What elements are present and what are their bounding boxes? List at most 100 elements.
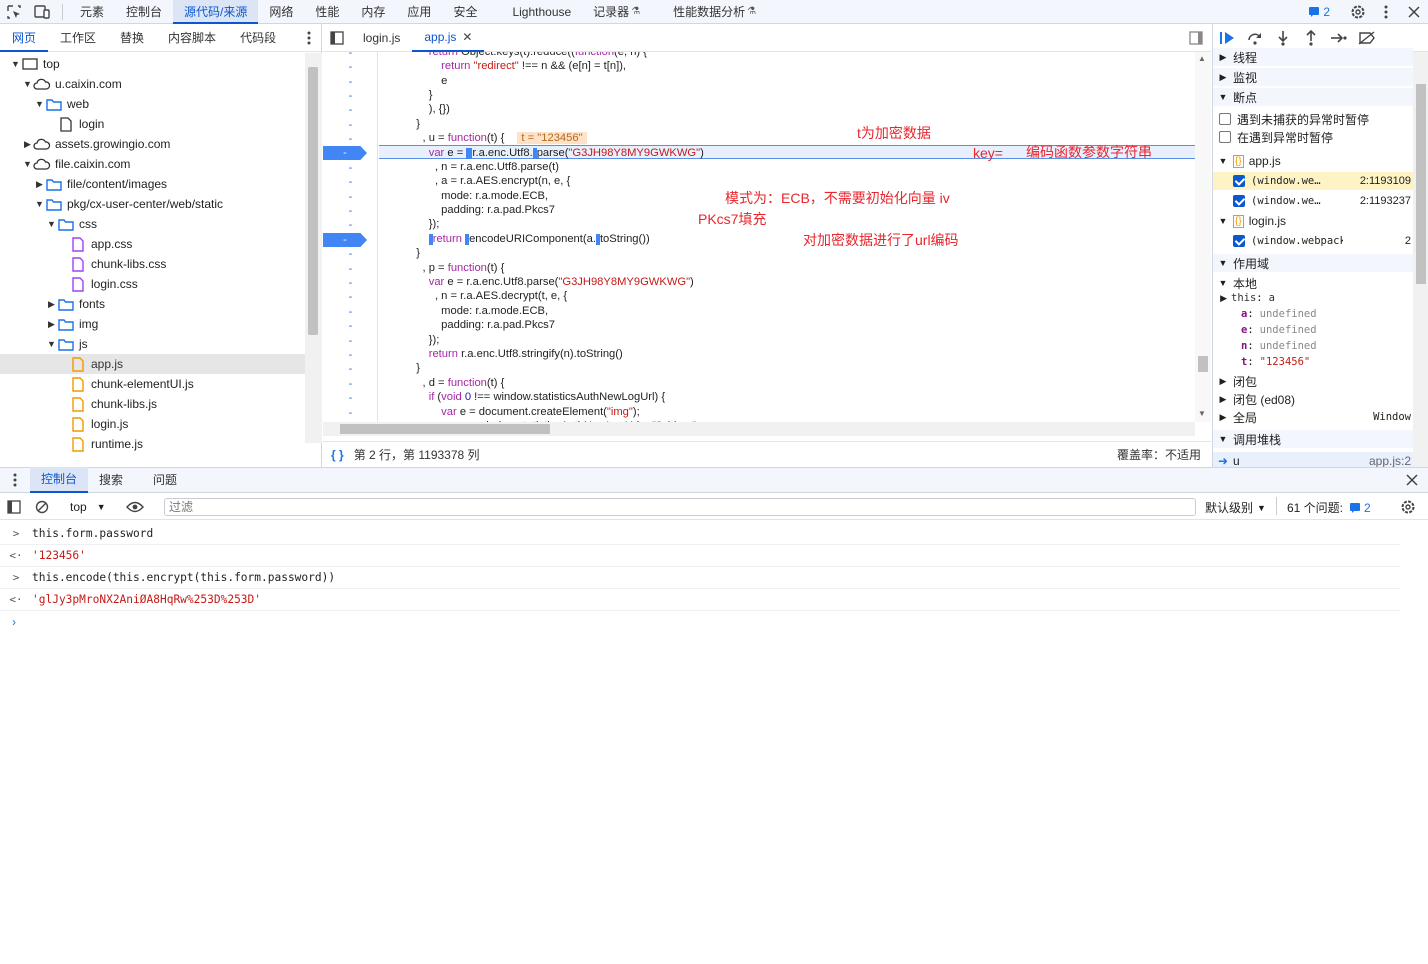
- console-output[interactable]: > this.form.password <· '123456' > this.enc…: [0, 521, 1428, 964]
- scope-variable[interactable]: a: undefined: [1213, 306, 1413, 322]
- section-threads[interactable]: ▶ 线程: [1213, 48, 1413, 66]
- line-number[interactable]: -: [323, 89, 377, 103]
- tree-item[interactable]: ▼ file.caixin.com: [0, 154, 305, 174]
- line-number[interactable]: -: [323, 262, 377, 276]
- line-number[interactable]: -: [323, 305, 377, 319]
- pause-caught-option[interactable]: 在遇到异常时暂停: [1213, 128, 1413, 146]
- line-number[interactable]: -: [323, 175, 377, 189]
- line-number[interactable]: -: [323, 204, 377, 218]
- code-area[interactable]: return Object.keys(t).reduce((function(e…: [379, 52, 1195, 422]
- expanded-arrow-icon[interactable]: ▼: [34, 199, 45, 209]
- pretty-print-icon[interactable]: { }: [331, 448, 344, 462]
- breakpoint-checkbox[interactable]: [1233, 175, 1245, 187]
- tree-item[interactable]: ▶ img: [0, 314, 305, 334]
- line-number[interactable]: -: [323, 132, 377, 146]
- issues-badge[interactable]: 2: [1308, 5, 1330, 19]
- call-frame[interactable]: ➜ u app.js:2: [1213, 452, 1413, 467]
- expanded-arrow-icon[interactable]: ▼: [34, 99, 45, 109]
- line-number[interactable]: -: [323, 190, 377, 204]
- expanded-arrow-icon[interactable]: ▼: [46, 219, 57, 229]
- scope-variable[interactable]: ▶ this: a: [1213, 290, 1413, 306]
- collapsed-arrow-icon[interactable]: ▶: [34, 179, 45, 190]
- clear-console-icon[interactable]: [28, 495, 56, 519]
- tree-scrollbar-thumb[interactable]: [308, 67, 318, 335]
- expanded-arrow-icon[interactable]: ▼: [10, 59, 21, 69]
- scope-variable[interactable]: t: "123456": [1213, 354, 1413, 370]
- line-number[interactable]: -: [323, 161, 377, 175]
- tab-recorder[interactable]: 记录器 ⚗: [582, 0, 651, 24]
- breakpoint-entry[interactable]: (window.we… 2:1193237: [1213, 192, 1413, 210]
- tab-application[interactable]: 应用: [396, 0, 442, 24]
- close-icon[interactable]: ✕: [462, 23, 472, 51]
- line-number[interactable]: -: [323, 406, 377, 420]
- drawer-tab-search[interactable]: 搜索: [88, 468, 134, 492]
- console-filter-input[interactable]: 过滤: [164, 498, 1196, 516]
- close-icon[interactable]: [1406, 474, 1418, 486]
- console-prompt-icon[interactable]: ›: [12, 615, 16, 629]
- tree-item[interactable]: ▼ pkg/cx-user-center/web/static: [0, 194, 305, 214]
- collapsed-arrow-icon[interactable]: ▶: [46, 319, 57, 330]
- section-scope[interactable]: ▼ 作用域: [1213, 254, 1413, 272]
- tab-network[interactable]: 网络: [258, 0, 304, 24]
- breakpoint-checkbox[interactable]: [1233, 195, 1245, 207]
- breakpoint-entry[interactable]: (window.we… 2:1193109: [1213, 172, 1413, 190]
- line-number[interactable]: -: [323, 75, 377, 89]
- expanded-arrow-icon[interactable]: ▼: [22, 159, 33, 169]
- scope-closure[interactable]: ▶ 闭包: [1213, 372, 1413, 390]
- tree-item[interactable]: ▶ file/content/images: [0, 174, 305, 194]
- tree-item[interactable]: login.css: [0, 274, 305, 294]
- line-number[interactable]: -: [323, 362, 377, 376]
- more-vertical-icon[interactable]: [0, 473, 30, 487]
- expanded-arrow-icon[interactable]: ▼: [22, 79, 33, 89]
- breakpoint-marker[interactable]: -: [323, 146, 367, 160]
- tab-performance[interactable]: 性能: [304, 0, 350, 24]
- breakpoint-file[interactable]: ▼ {} login.js: [1213, 212, 1413, 230]
- drawer-tab-console[interactable]: 控制台: [30, 467, 89, 493]
- console-issues-link[interactable]: 61 个问题: 2: [1287, 499, 1371, 516]
- more-vertical-icon[interactable]: [1372, 0, 1400, 24]
- pause-caught-checkbox[interactable]: [1219, 131, 1231, 143]
- line-number[interactable]: -: [323, 290, 377, 304]
- line-number[interactable]: -: [323, 276, 377, 290]
- line-number[interactable]: -: [323, 60, 377, 74]
- pause-uncaught-checkbox[interactable]: [1219, 113, 1231, 125]
- device-toolbar-icon[interactable]: [28, 0, 56, 24]
- scope-global[interactable]: ▶ 全局 Window: [1213, 408, 1413, 426]
- debugger-scrollbar[interactable]: [1413, 52, 1428, 467]
- line-number[interactable]: -: [323, 334, 377, 348]
- tree-item[interactable]: login.js: [0, 414, 305, 434]
- scope-closure-ed08[interactable]: ▶ 闭包 (ed08): [1213, 390, 1413, 408]
- editor-tab-login-js[interactable]: login.js: [351, 24, 412, 52]
- tree-item[interactable]: app.css: [0, 234, 305, 254]
- toggle-debugger-icon[interactable]: [1189, 30, 1203, 45]
- breakpoint-checkbox[interactable]: [1233, 235, 1245, 247]
- eye-icon[interactable]: [125, 501, 144, 513]
- tab-memory[interactable]: 内存: [350, 0, 396, 24]
- more-vertical-icon[interactable]: [307, 31, 311, 45]
- line-number[interactable]: -: [323, 377, 377, 391]
- breakpoint-marker[interactable]: -: [323, 233, 367, 247]
- line-number[interactable]: -: [323, 118, 377, 132]
- pause-uncaught-option[interactable]: 遇到未捕获的异常时暂停: [1213, 110, 1413, 128]
- editor-scrollbar[interactable]: ▲ ▼: [1195, 52, 1211, 422]
- tree-item[interactable]: chunk-libs.css: [0, 254, 305, 274]
- tree-item[interactable]: ▼ u.caixin.com: [0, 74, 305, 94]
- collapsed-arrow-icon[interactable]: ▶: [22, 139, 33, 150]
- tree-item[interactable]: ▶ assets.growingio.com: [0, 134, 305, 154]
- line-number[interactable]: -: [323, 247, 377, 261]
- tree-item[interactable]: login: [0, 114, 305, 134]
- tree-item[interactable]: ▼ css: [0, 214, 305, 234]
- section-call-stack[interactable]: ▼ 调用堆栈: [1213, 430, 1413, 448]
- inspect-element-icon[interactable]: [0, 0, 28, 24]
- nav-tab-workspace[interactable]: 工作区: [48, 24, 108, 52]
- line-number[interactable]: -: [323, 348, 377, 362]
- coverage-status[interactable]: 覆盖率：不适用: [1117, 446, 1201, 463]
- tree-item[interactable]: ▼ js: [0, 334, 305, 354]
- tree-item[interactable]: chunk-elementUI.js: [0, 374, 305, 394]
- breakpoint-file[interactable]: ▼ {} app.js: [1213, 152, 1413, 170]
- tab-console[interactable]: 控制台: [115, 0, 173, 24]
- scope-variable[interactable]: e: undefined: [1213, 322, 1413, 338]
- toggle-navigator-icon[interactable]: [323, 26, 351, 50]
- gear-icon[interactable]: [1400, 499, 1416, 515]
- tree-scrollbar[interactable]: [305, 53, 322, 443]
